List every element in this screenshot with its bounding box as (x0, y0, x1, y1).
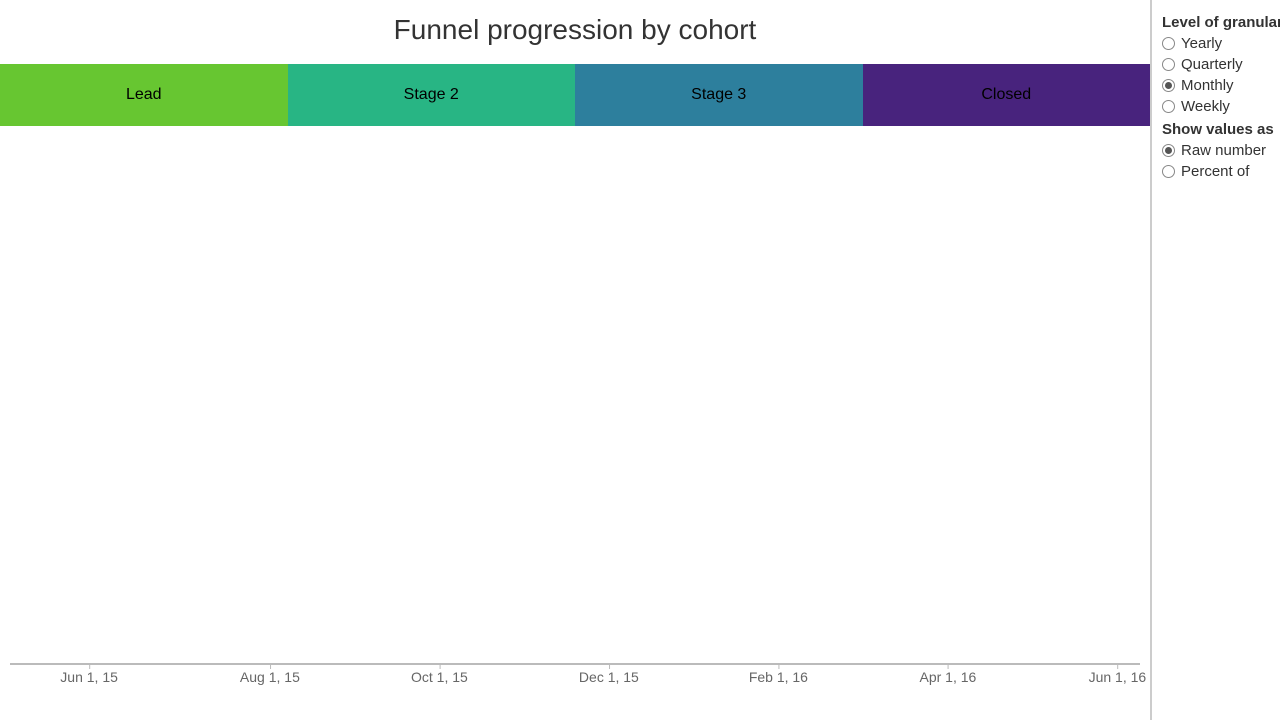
radio-icon (1162, 100, 1175, 113)
x-axis: Jun 1, 15 Aug 1, 15 Oct 1, 15 Dec 1, 15 Feb … (10, 665, 1140, 720)
x-tick: Jun 1, 16 (1089, 669, 1147, 685)
x-tick: Oct 1, 15 (411, 669, 468, 685)
legend-item-closed[interactable]: Closed (863, 64, 1151, 126)
granularity-option-quarterly[interactable]: Quarterly (1162, 56, 1280, 73)
plot-area (10, 180, 1140, 665)
radio-label: Weekly (1181, 98, 1230, 115)
x-tick: Feb 1, 16 (749, 669, 808, 685)
x-tick: Jun 1, 15 (60, 669, 118, 685)
radio-label: Yearly (1181, 35, 1222, 52)
radio-label: Raw number (1181, 142, 1266, 159)
chart-title: Funnel progression by cohort (0, 14, 1150, 46)
radio-icon (1162, 144, 1175, 157)
radio-label: Quarterly (1181, 56, 1243, 73)
x-tick: Aug 1, 15 (240, 669, 300, 685)
controls-sidebar: Level of granularity Yearly Quarterly Mont… (1150, 0, 1280, 720)
legend-item-stage-2[interactable]: Stage 2 (288, 64, 576, 126)
granularity-option-monthly[interactable]: Monthly (1162, 77, 1280, 94)
x-tick: Apr 1, 16 (919, 669, 976, 685)
legend-item-lead[interactable]: Lead (0, 64, 288, 126)
x-tick: Dec 1, 15 (579, 669, 639, 685)
values-as-title: Show values as (1162, 121, 1280, 138)
legend: LeadStage 2Stage 3Closed (0, 64, 1150, 126)
granularity-title: Level of granularity (1162, 14, 1280, 31)
values-as-option-raw-number[interactable]: Raw number (1162, 142, 1280, 159)
radio-icon (1162, 58, 1175, 71)
granularity-option-weekly[interactable]: Weekly (1162, 98, 1280, 115)
legend-item-stage-3[interactable]: Stage 3 (575, 64, 863, 126)
radio-icon (1162, 79, 1175, 92)
values-as-option-percent-of[interactable]: Percent of (1162, 163, 1280, 180)
radio-icon (1162, 37, 1175, 50)
radio-label: Monthly (1181, 77, 1234, 94)
granularity-option-yearly[interactable]: Yearly (1162, 35, 1280, 52)
radio-icon (1162, 165, 1175, 178)
radio-label: Percent of (1181, 163, 1249, 180)
